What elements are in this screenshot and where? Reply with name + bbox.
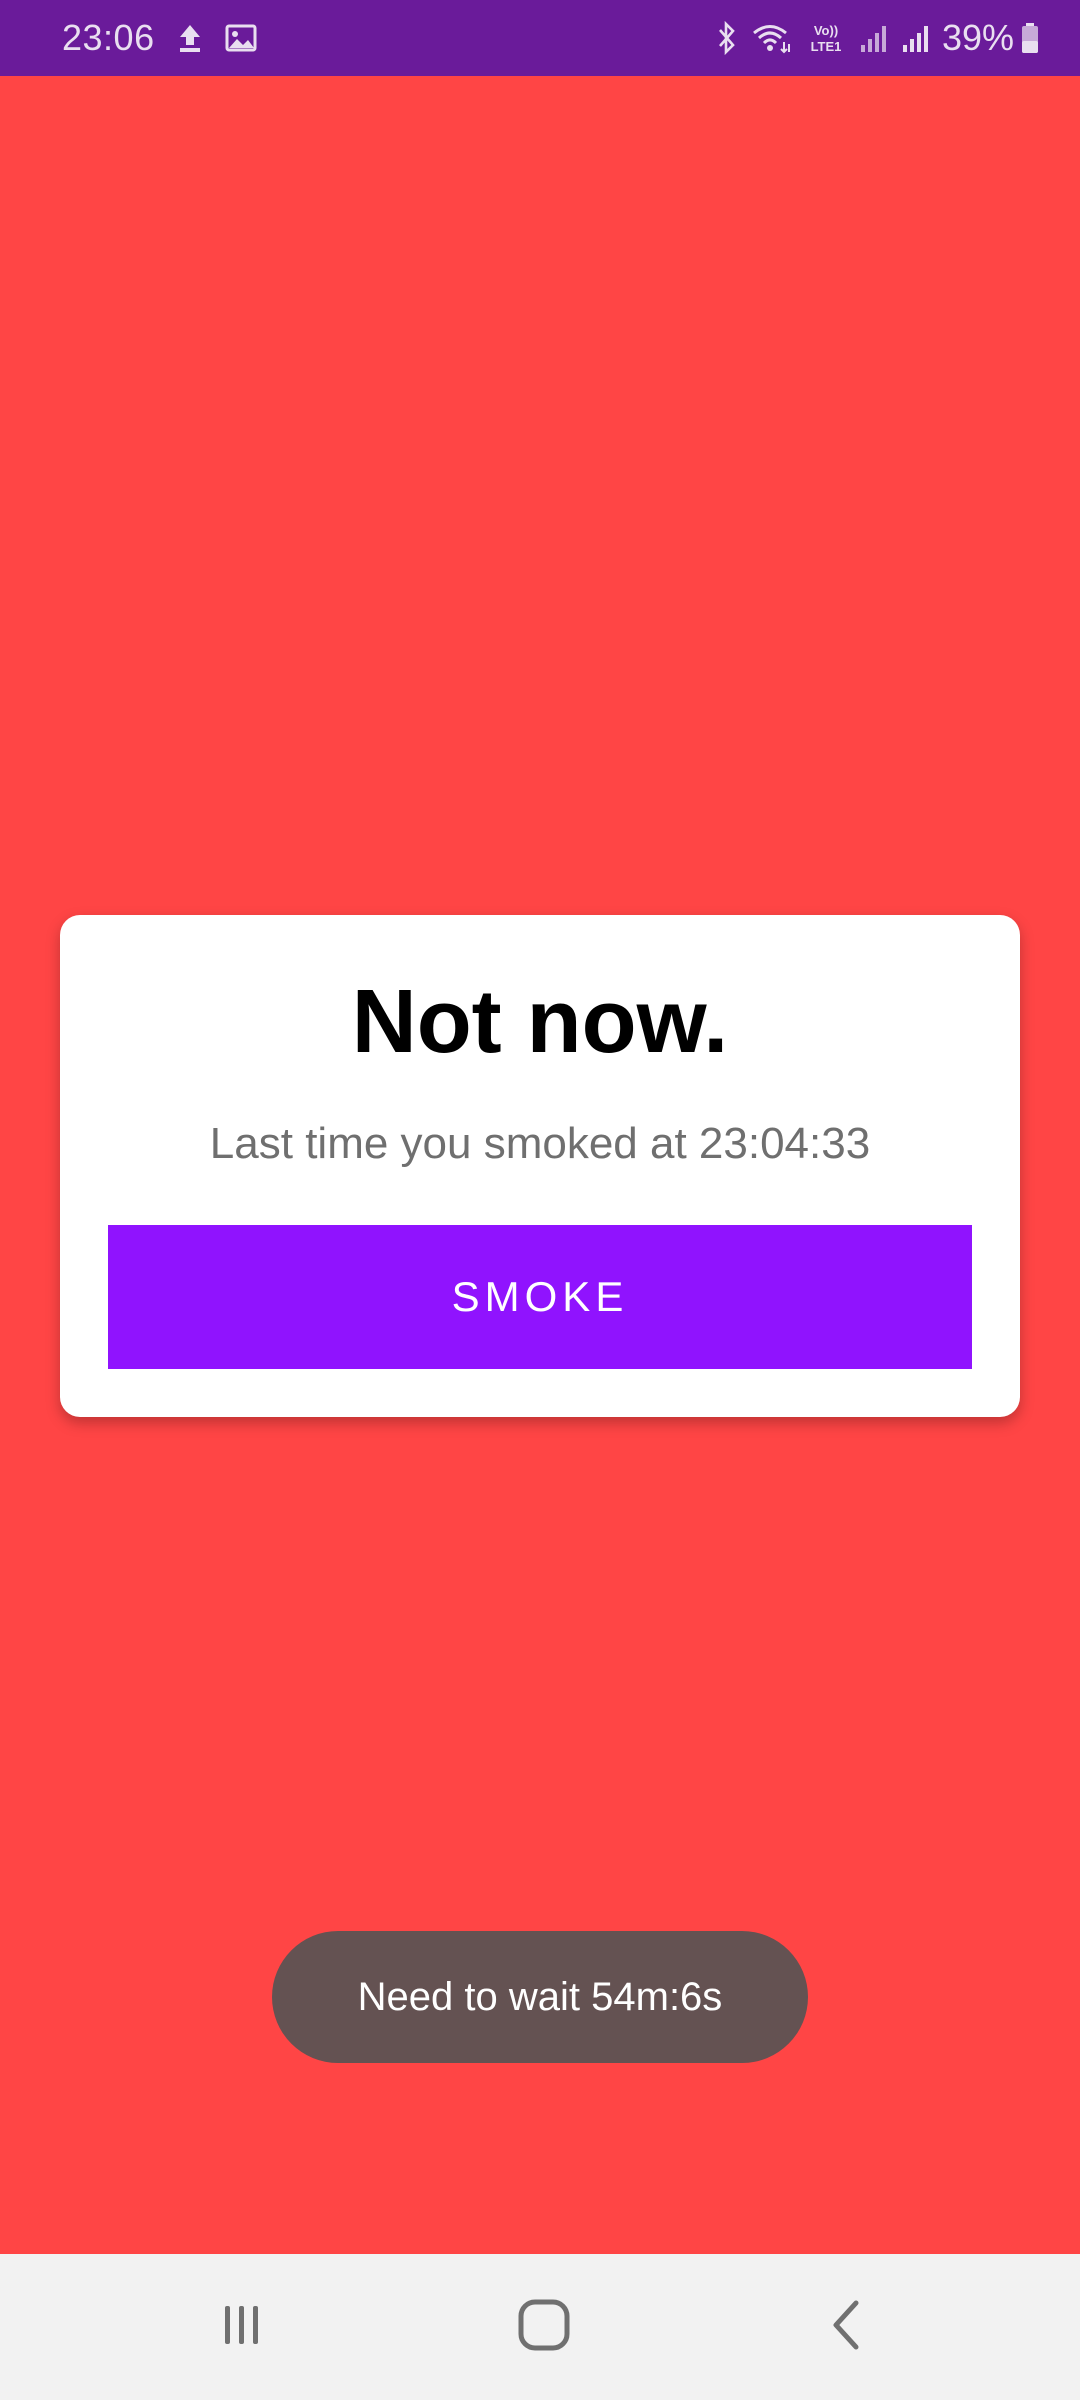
recent-apps-icon	[217, 2300, 267, 2355]
signal-icon	[860, 23, 888, 53]
status-bar-right: Vo)) LTE1 39%	[702, 17, 1040, 59]
battery-icon	[1020, 22, 1040, 54]
status-bar-left: 23:06	[62, 17, 257, 59]
recent-apps-button[interactable]	[162, 2254, 322, 2400]
smoke-button[interactable]: SMOKE	[108, 1225, 972, 1369]
signal-icon	[902, 23, 930, 53]
wifi-icon	[752, 22, 792, 54]
back-button[interactable]	[766, 2254, 926, 2400]
card-title: Not now.	[351, 972, 729, 1072]
toast-message: Need to wait 54m:6s	[357, 1974, 723, 2019]
back-icon	[826, 2297, 866, 2358]
bluetooth-icon	[716, 21, 738, 55]
last-smoked-text: Last time you smoked at 23:04:33	[209, 1119, 871, 1168]
volte-label-bottom: LTE1	[811, 39, 842, 54]
status-time: 23:06	[62, 17, 155, 58]
status-card: Not now. Last time you smoked at 23:04:3…	[60, 915, 1020, 1417]
navigation-bar	[0, 2254, 1080, 2400]
home-icon	[516, 2297, 572, 2358]
volte-icon: Vo)) LTE1	[806, 21, 846, 55]
home-button[interactable]	[464, 2254, 624, 2400]
volte-label-top: Vo))	[814, 23, 838, 38]
wait-toast: Need to wait 54m:6s	[272, 1931, 808, 2063]
battery-percent: 39%	[941, 17, 1014, 58]
gallery-icon	[225, 23, 257, 53]
upload-icon	[177, 23, 203, 53]
status-bar: 23:06 Vo)) LTE1 39%	[0, 0, 1080, 76]
